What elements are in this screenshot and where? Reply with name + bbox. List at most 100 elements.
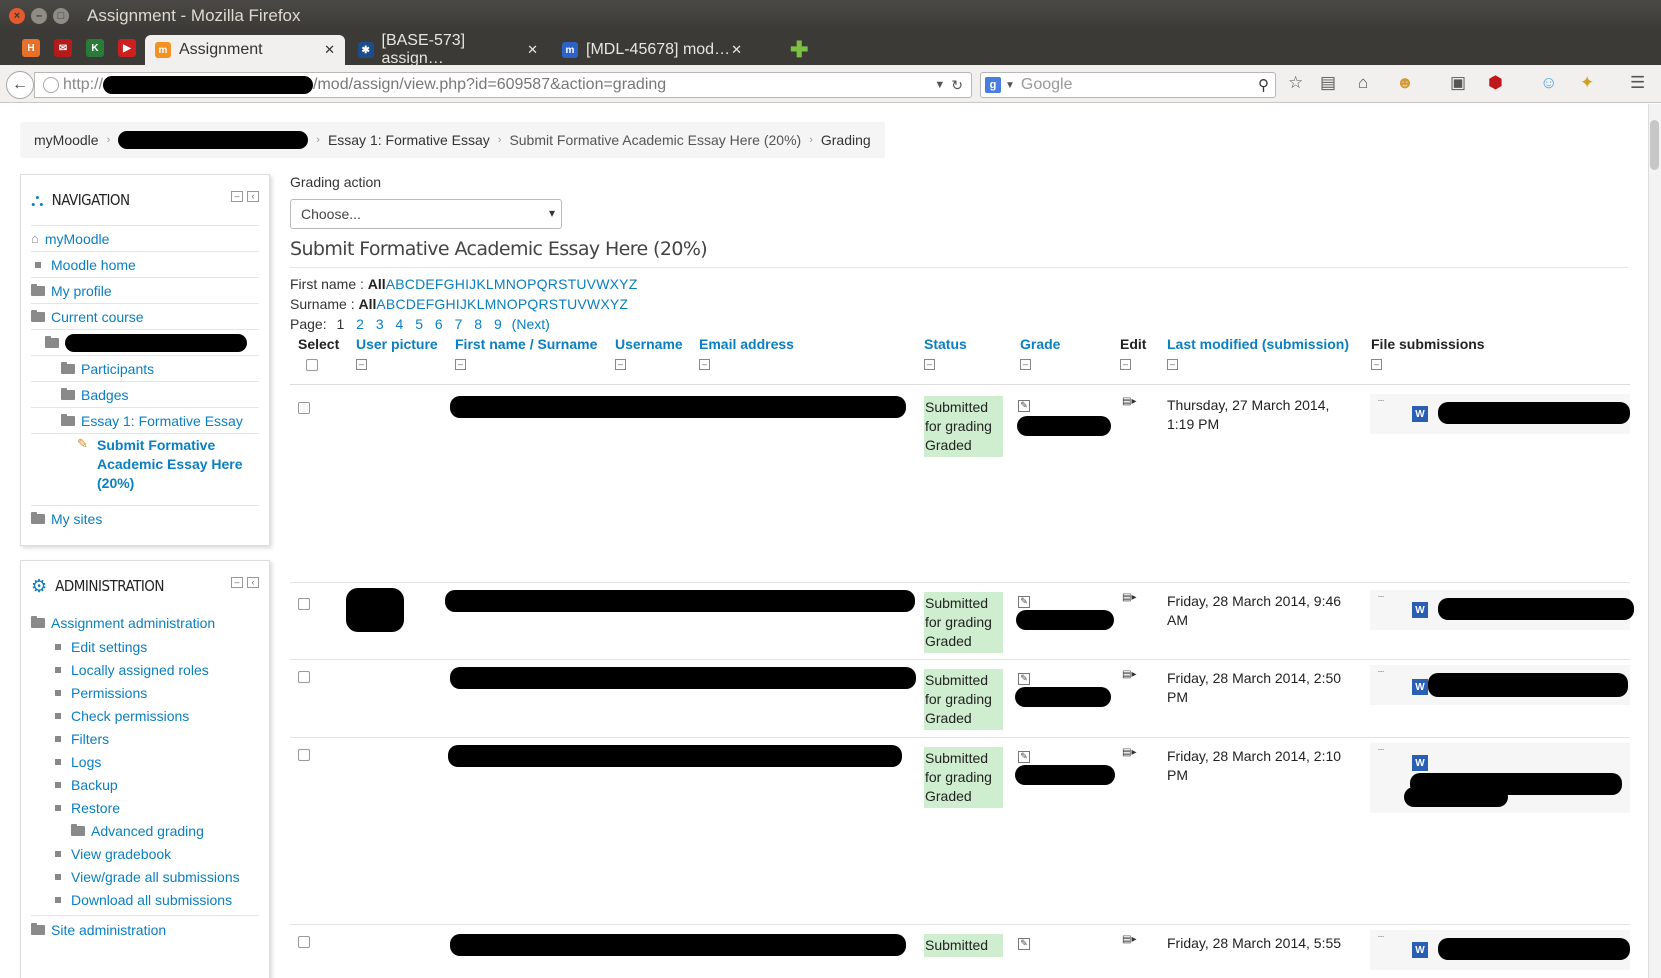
row-checkbox[interactable] [298,936,310,948]
hide-column-icon[interactable]: – [615,359,626,370]
first-name-all[interactable]: All [368,276,386,292]
admin-item-site-admin[interactable]: Site administration [31,915,259,943]
nav-item-moodle-home[interactable]: Moodle home [31,251,259,277]
row-checkbox[interactable] [298,749,310,761]
admin-item-download-all[interactable]: Download all submissions [31,888,259,911]
menu-icon[interactable]: ☰ [1630,73,1645,93]
admin-item-locally-assigned-roles[interactable]: Locally assigned roles [31,658,259,681]
window-close-button[interactable]: × [9,7,25,24]
edit-menu-icon[interactable]: ▤▸ [1122,669,1136,680]
word-document-icon[interactable]: W [1412,942,1428,958]
grading-action-select[interactable]: Choose... ▾ [290,199,562,229]
back-button[interactable]: ← [6,71,34,99]
screenshot-icon[interactable]: ▣ [1450,73,1466,93]
adblock-icon[interactable]: ⬢ [1488,73,1503,93]
admin-item-view-grade-all[interactable]: View/grade all submissions [31,865,259,888]
firebug-icon[interactable]: ✦ [1580,73,1594,93]
ghostery-icon[interactable]: ☺ [1540,73,1557,93]
close-tab-icon[interactable]: ✕ [731,42,742,58]
search-icon[interactable]: ⚲ [1258,76,1269,94]
hide-column-icon[interactable]: – [1120,359,1131,370]
dock-icon[interactable]: ‹ [247,191,259,202]
redacted-filename[interactable] [1428,673,1628,697]
hide-column-icon[interactable]: – [1020,359,1031,370]
google-engine-icon[interactable]: g [985,77,1001,93]
first-name-letters[interactable]: ABCDEFGHIJKLMNOPQRSTUVWXYZ [386,276,638,292]
select-all-checkbox[interactable] [306,359,318,371]
header-status[interactable]: Status [924,336,967,352]
surname-letters[interactable]: ABCDEFGHIJKLMNOPQRSTUVWXYZ [376,296,628,312]
edit-grade-icon[interactable]: ✎ [1018,938,1030,950]
pinned-tab-mail[interactable]: ✉ [54,39,72,57]
dock-icon[interactable]: ‹ [247,577,259,588]
header-last-modified[interactable]: Last modified (submission) [1167,336,1349,352]
word-document-icon[interactable]: W [1412,602,1428,618]
bookmark-star-icon[interactable]: ☆ [1288,73,1303,93]
collapse-icon[interactable]: – [231,191,243,202]
header-username[interactable]: Username [615,336,683,352]
hide-column-icon[interactable]: – [1167,359,1178,370]
scrollbar-thumb[interactable] [1650,120,1659,170]
page-link[interactable]: 2 [356,316,364,332]
word-document-icon[interactable]: W [1412,406,1428,422]
collapse-icon[interactable]: – [231,577,243,588]
hide-column-icon[interactable]: – [455,359,466,370]
page-link[interactable]: 8 [474,316,482,332]
tab-assignment[interactable]: m Assignment ✕ [145,35,345,65]
pinned-tab-youtube[interactable]: ▶ [118,39,136,57]
hide-column-icon[interactable]: – [1371,359,1382,370]
window-maximize-button[interactable]: □ [53,7,69,24]
redacted-filename[interactable] [1438,402,1630,424]
page-link[interactable]: 5 [415,316,423,332]
nav-item-submit-formative[interactable]: ✎ Submit Formative Academic Essay Here (… [31,433,259,505]
url-bar[interactable]: http:// /mod/assign/view.php?id=609587&a… [34,72,972,98]
page-link[interactable]: 4 [396,316,404,332]
header-user-picture[interactable]: User picture [356,336,438,352]
row-checkbox[interactable] [298,402,310,414]
admin-item-backup[interactable]: Backup [31,773,259,796]
url-dropdown-icon[interactable]: ▼ [934,79,945,91]
window-minimize-button[interactable]: – [31,7,47,24]
edit-grade-icon[interactable]: ✎ [1018,751,1030,763]
redacted-filename-2[interactable] [1404,787,1508,807]
nav-item-badges[interactable]: Badges [31,381,259,407]
close-tab-icon[interactable]: ✕ [527,42,538,58]
tab-base-573[interactable]: ✱ [BASE-573] assign… ✕ [348,32,548,67]
admin-item-logs[interactable]: Logs [31,750,259,773]
redacted-filename[interactable] [1438,598,1634,620]
surname-all[interactable]: All [358,296,376,312]
breadcrumb-essay[interactable]: Essay 1: Formative Essay [328,132,490,148]
admin-item-view-gradebook[interactable]: View gradebook [31,842,259,865]
engine-dropdown-icon[interactable]: ▼ [1005,80,1015,91]
edit-grade-icon[interactable]: ✎ [1018,673,1030,685]
page-link[interactable]: 6 [435,316,443,332]
word-document-icon[interactable]: W [1412,755,1428,771]
header-grade[interactable]: Grade [1020,336,1060,352]
breadcrumb-mymoodle[interactable]: myMoodle [34,132,99,148]
nav-item-my-profile[interactable]: My profile [31,277,259,303]
next-page-link[interactable]: (Next) [512,316,550,332]
home-icon[interactable]: ⌂ [1358,73,1368,93]
admin-item-filters[interactable]: Filters [31,727,259,750]
hide-column-icon[interactable]: – [924,359,935,370]
nav-item-my-sites[interactable]: My sites [31,505,259,531]
nav-item-participants[interactable]: Participants [31,355,259,381]
nav-item-mymoodle[interactable]: ⌂ myMoodle [31,225,259,251]
hide-column-icon[interactable]: – [356,359,367,370]
pinned-tab-h[interactable]: H [22,39,40,57]
admin-item-check-permissions[interactable]: Check permissions [31,704,259,727]
page-link[interactable]: 9 [494,316,502,332]
tab-mdl-45678[interactable]: m [MDL-45678] mod… ✕ [552,35,752,65]
header-name[interactable]: First name / Surname [455,336,597,352]
bookmarks-menu-icon[interactable]: ▤ [1320,73,1336,93]
nav-item-course[interactable] [31,329,259,355]
admin-item-permissions[interactable]: Permissions [31,681,259,704]
edit-menu-icon[interactable]: ▤▸ [1122,747,1136,758]
edit-grade-icon[interactable]: ✎ [1018,400,1030,412]
new-tab-button[interactable]: ✚ [790,37,808,63]
edit-menu-icon[interactable]: ▤▸ [1122,592,1136,603]
word-document-icon[interactable]: W [1412,679,1428,695]
admin-item-advanced-grading[interactable]: Advanced grading [31,819,259,842]
row-checkbox[interactable] [298,598,310,610]
edit-menu-icon[interactable]: ▤▸ [1122,396,1136,407]
